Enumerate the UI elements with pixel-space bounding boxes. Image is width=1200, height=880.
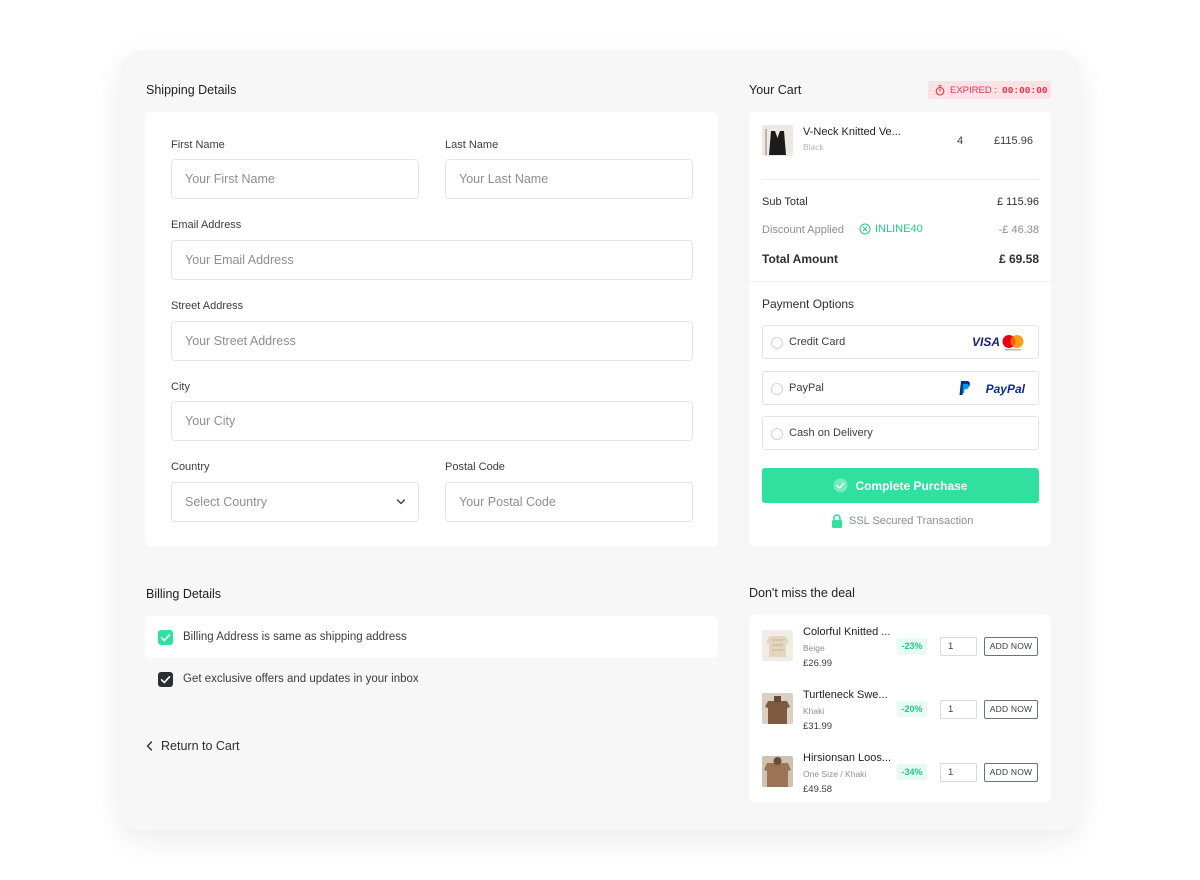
checkmark-icon (160, 634, 171, 642)
total-value: £ 69.58 (998, 252, 1039, 266)
check-circle-icon (833, 478, 848, 493)
payment-option-credit-card[interactable]: Credit Card VISA (762, 325, 1039, 359)
expired-badge: EXPIRED : 00:00:00 (928, 81, 1051, 99)
total-label: Total Amount (762, 252, 838, 266)
deal-item-name: Hirsionsan Loos... (803, 752, 892, 764)
billing-same-checkbox[interactable] (158, 630, 173, 645)
postal-label: Postal Code (445, 461, 505, 473)
cart-item-price: £115.96 (994, 135, 1033, 147)
billing-title: Billing Details (146, 587, 222, 601)
email-label: Email Address (171, 219, 242, 231)
cart-item-variant: Black (803, 142, 824, 152)
deal-discount-badge: -20% (897, 701, 927, 717)
checkmark-icon (160, 676, 171, 684)
deal-item-variant: Beige (803, 643, 825, 653)
chevron-left-icon (146, 741, 153, 751)
deal-item-image (762, 630, 793, 661)
cod-label: Cash on Delivery (789, 427, 873, 439)
deal-item-name: Colorful Knitted ... (803, 626, 891, 638)
ssl-label: SSL Secured Transaction (849, 515, 974, 527)
billing-same-row: Billing Address is same as shipping addr… (145, 616, 718, 658)
first-name-input[interactable]: Your First Name (171, 159, 419, 199)
visa-logo: VISA (971, 335, 1000, 349)
deal-qty-input[interactable]: 1 (940, 700, 977, 719)
cart-item-qty: 4 (957, 135, 964, 147)
divider (749, 281, 1051, 282)
lock-icon (832, 514, 842, 528)
deal-item-price: £49.58 (803, 784, 833, 795)
deal-discount-badge: -34% (897, 764, 927, 780)
last-name-input[interactable]: Your Last Name (445, 159, 693, 199)
expired-timer: 00:00:00 (1002, 84, 1048, 96)
city-label: City (171, 381, 190, 393)
subtotal-label: Sub Total (762, 196, 808, 208)
discount-code: INLINE40 (875, 223, 923, 235)
deal-discount-badge: -23% (897, 638, 927, 654)
deal-add-button[interactable]: ADD NOW (984, 700, 1038, 719)
return-to-cart-link[interactable]: Return to Cart (146, 739, 240, 753)
city-input[interactable]: Your City (171, 401, 693, 441)
deal-qty-input[interactable]: 1 (940, 637, 977, 656)
deal-item-price: £26.99 (803, 658, 833, 669)
deal-item-name: Turtleneck Swe... (803, 689, 888, 701)
street-label: Street Address (171, 300, 244, 312)
paypal-logo: PayPal (985, 382, 1025, 396)
deal-qty-input[interactable]: 1 (940, 763, 977, 782)
ssl-note: SSL Secured Transaction (831, 514, 973, 528)
mastercard-logo-icon (1002, 335, 1024, 351)
payment-option-paypal[interactable]: PayPal PayPal (762, 371, 1039, 405)
deal-item-price: £31.99 (803, 721, 833, 732)
offers-label: Get exclusive offers and updates in your… (183, 673, 419, 685)
payment-options-title: Payment Options (762, 297, 855, 311)
stopwatch-icon (935, 84, 945, 96)
credit-card-label: Credit Card (789, 336, 846, 348)
country-label: Country (171, 461, 210, 473)
complete-purchase-button[interactable]: Complete Purchase (762, 468, 1039, 503)
email-input[interactable]: Your Email Address (171, 240, 693, 280)
deal-item-image (762, 693, 793, 724)
country-select-value: Select Country (185, 495, 267, 509)
offers-row: Get exclusive offers and updates in your… (145, 658, 718, 700)
discount-code-tag: INLINE40 (859, 223, 923, 235)
offers-checkbox[interactable] (158, 672, 173, 687)
deal-add-button[interactable]: ADD NOW (984, 637, 1038, 656)
discount-label: Discount Applied (762, 224, 844, 236)
deal-item-variant: Khaki (803, 706, 825, 716)
cart-item-image (762, 125, 793, 156)
subtotal-value: £ 115.96 (996, 196, 1039, 208)
deal-add-button[interactable]: ADD NOW (984, 763, 1038, 782)
complete-purchase-label: Complete Purchase (855, 478, 968, 493)
credit-card-radio[interactable] (771, 337, 783, 349)
first-name-label: First Name (171, 139, 225, 151)
chevron-down-icon (396, 499, 406, 505)
last-name-label: Last Name (445, 139, 499, 151)
return-to-cart-label: Return to Cart (161, 739, 240, 753)
divider (762, 179, 1039, 180)
paypal-radio[interactable] (771, 383, 783, 395)
deals-title: Don't miss the deal (749, 586, 855, 600)
deal-item-variant: One Size / Khaki (803, 769, 867, 779)
cart-title: Your Cart (749, 83, 802, 97)
remove-coupon-icon[interactable] (859, 223, 871, 235)
paypal-label: PayPal (789, 382, 824, 394)
deal-item-image (762, 756, 793, 787)
street-input[interactable]: Your Street Address (171, 321, 693, 361)
expired-label: EXPIRED : (950, 84, 997, 96)
discount-value: -£ 46.38 (998, 224, 1039, 236)
cod-radio[interactable] (771, 428, 783, 440)
postal-input[interactable]: Your Postal Code (445, 482, 693, 522)
cart-item-name: V-Neck Knitted Ve... (803, 126, 901, 138)
shipping-title: Shipping Details (146, 83, 237, 97)
payment-option-cod[interactable]: Cash on Delivery (762, 416, 1039, 450)
country-select[interactable]: Select Country (171, 482, 419, 522)
billing-same-label: Billing Address is same as shipping addr… (183, 631, 407, 643)
paypal-logo-icon (959, 381, 970, 395)
